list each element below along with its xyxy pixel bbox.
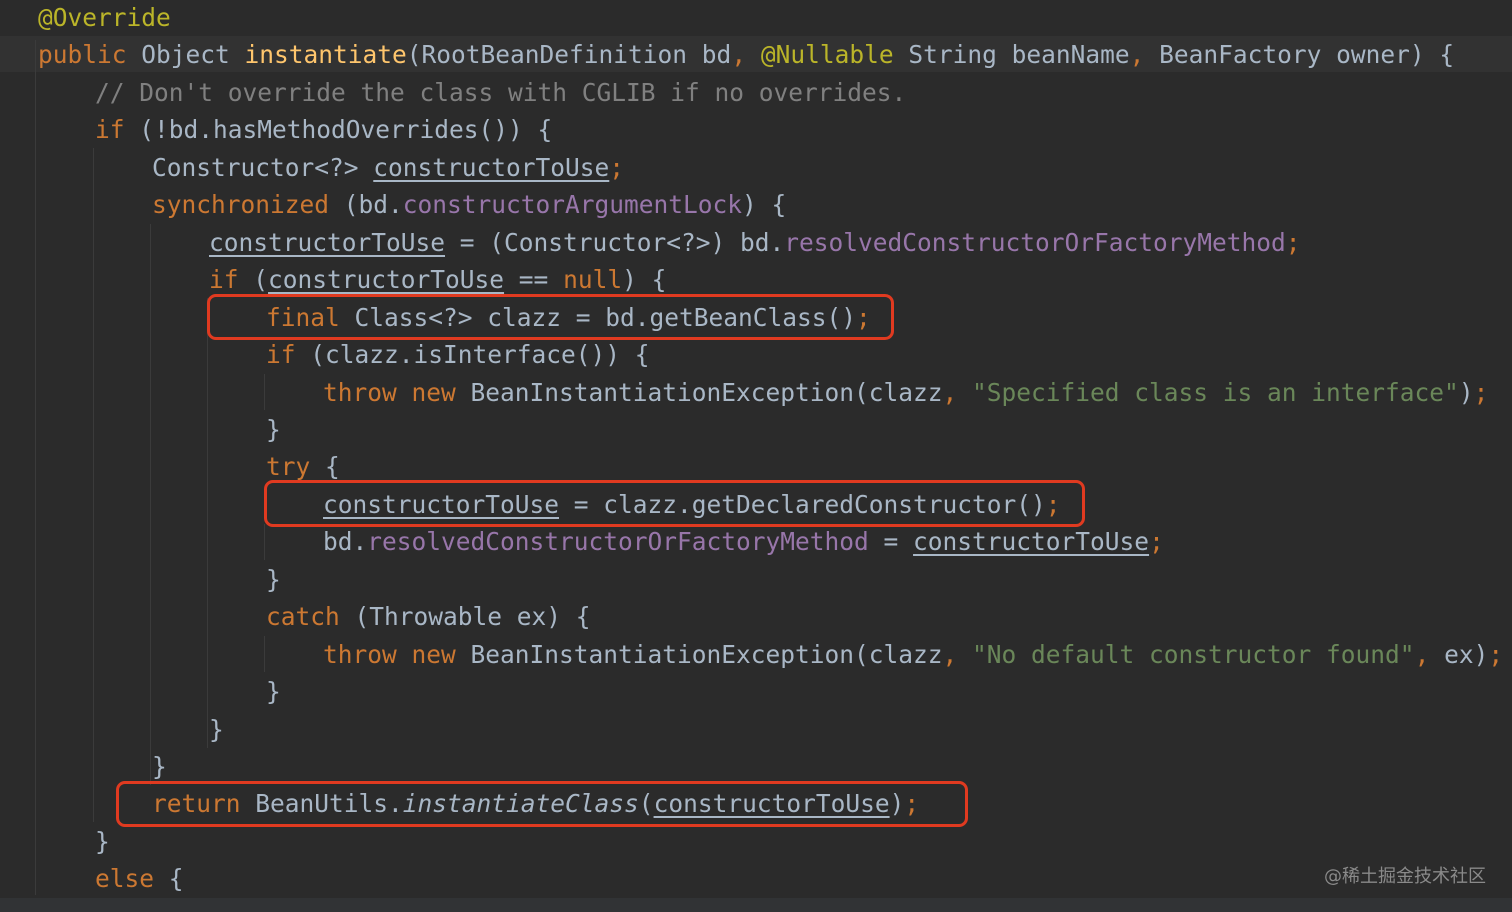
- code-token: ;: [1488, 639, 1504, 669]
- code-token: Object: [141, 40, 245, 70]
- watermark: @稀土掘金技术社区: [1324, 866, 1486, 887]
- code-token: instantiate: [244, 40, 407, 70]
- code-line: if (!bd.hasMethodOverrides()) {: [95, 111, 552, 148]
- code-token: }: [266, 564, 281, 594]
- code-token: ,: [1129, 40, 1160, 70]
- code-token: else: [95, 864, 169, 894]
- code-token: ;: [609, 152, 625, 182]
- code-token: ,: [1414, 639, 1445, 669]
- code-token: String beanName: [908, 40, 1130, 70]
- code-line: @Override: [38, 0, 171, 36]
- code-token: (Throwable ex) {: [354, 602, 591, 632]
- code-token: catch: [266, 602, 355, 632]
- code-token: BeanFactory owner) {: [1159, 40, 1455, 70]
- code-token: ,: [942, 377, 973, 407]
- code-token: "No default constructor found": [972, 639, 1415, 669]
- code-line: catch (Throwable ex) {: [266, 598, 591, 635]
- code-line: else {: [95, 860, 184, 897]
- code-token: (bd.: [343, 190, 403, 220]
- code-line: bd.resolvedConstructorOrFactoryMethod = …: [323, 523, 1164, 560]
- code-token: try: [266, 452, 326, 482]
- code-token: resolvedConstructorOrFactoryMethod: [784, 227, 1286, 257]
- code-token: {: [325, 452, 340, 482]
- indent-guide: [93, 148, 94, 822]
- code-line: public Object instantiate(RootBeanDefini…: [38, 36, 1454, 73]
- code-token: bd.: [323, 527, 368, 557]
- code-token: // Don't override the class with CGLIB i…: [95, 77, 907, 107]
- code-token: ;: [1473, 377, 1489, 407]
- horizontal-scrollbar[interactable]: [0, 898, 1512, 912]
- indent-guide: [35, 40, 36, 895]
- code-line: constructorToUse = (Constructor<?>) bd.r…: [209, 224, 1301, 261]
- code-line: if (constructorToUse == null) {: [209, 261, 666, 298]
- code-line: // Don't override the class with CGLIB i…: [95, 74, 906, 111]
- code-token: ,: [731, 40, 761, 70]
- code-line: }: [266, 411, 281, 448]
- code-token: BeanInstantiationException(clazz: [470, 377, 943, 407]
- code-token: if: [209, 265, 254, 295]
- code-token: ): [1458, 377, 1474, 407]
- code-token: {: [168, 864, 184, 894]
- code-token: constructorToUse: [209, 227, 446, 257]
- code-token: "Specified class is an interface": [972, 377, 1459, 407]
- code-token: ;: [1149, 527, 1164, 557]
- code-token: (clazz.isInterface()) {: [310, 340, 650, 370]
- code-token: }: [95, 826, 110, 856]
- code-token: throw new: [323, 639, 471, 669]
- code-token: BeanInstantiationException(clazz: [470, 639, 943, 669]
- highlight-box-getbeanclass: [207, 294, 894, 340]
- code-editor[interactable]: @Override public Object instantiate(RootB…: [0, 0, 1512, 912]
- highlight-box-return-instantiateclass: [116, 781, 968, 827]
- code-token: ) {: [622, 265, 667, 295]
- code-token: constructorToUse: [268, 265, 505, 295]
- code-token: ) {: [742, 190, 787, 220]
- code-token: }: [266, 677, 281, 707]
- highlight-box-getdeclaredconstructor: [264, 480, 1085, 527]
- code-token: ex): [1444, 639, 1489, 669]
- indent-guide: [207, 298, 208, 748]
- code-token: =: [868, 527, 914, 557]
- code-token: Constructor<?>: [152, 152, 374, 182]
- indent-guide: [264, 636, 265, 672]
- code-token: = (Constructor<?>) bd.: [445, 227, 785, 257]
- code-token: resolvedConstructorOrFactoryMethod: [367, 527, 869, 557]
- code-token: (RootBeanDefinition bd: [406, 40, 732, 70]
- code-token: public: [38, 40, 142, 70]
- code-token: synchronized: [152, 190, 344, 220]
- code-line: }: [95, 823, 110, 860]
- code-token: }: [152, 752, 167, 781]
- code-line: throw new BeanInstantiationException(cla…: [323, 374, 1488, 411]
- indent-guide: [150, 224, 151, 785]
- code-token: }: [209, 714, 224, 744]
- code-line: synchronized (bd.constructorArgumentLock…: [152, 186, 786, 223]
- code-token: ;: [1285, 227, 1301, 257]
- indent-guide: [264, 374, 265, 410]
- code-token: constructorArgumentLock: [402, 190, 743, 220]
- code-token: }: [266, 414, 281, 444]
- code-token: ,: [942, 639, 973, 669]
- code-token: null: [563, 265, 623, 295]
- code-token: (: [253, 265, 269, 295]
- code-token: if: [95, 115, 140, 145]
- code-token: (!bd.hasMethodOverrides()) {: [139, 115, 553, 145]
- code-token: ==: [504, 265, 564, 295]
- code-line: Constructor<?> constructorToUse;: [152, 149, 624, 186]
- code-line: }: [266, 561, 281, 598]
- code-token: @Nullable: [760, 40, 909, 70]
- code-line: }: [152, 748, 167, 785]
- code-token: if: [266, 340, 311, 370]
- code-token: @Override: [38, 3, 171, 32]
- code-token: throw new: [323, 377, 471, 407]
- code-token: constructorToUse: [373, 152, 610, 182]
- code-line: if (clazz.isInterface()) {: [266, 336, 650, 373]
- code-line: throw new BeanInstantiationException(cla…: [323, 636, 1503, 673]
- indent-guide: [264, 524, 265, 560]
- code-line: }: [266, 673, 281, 710]
- code-line: }: [209, 711, 224, 748]
- code-token: constructorToUse: [913, 527, 1150, 557]
